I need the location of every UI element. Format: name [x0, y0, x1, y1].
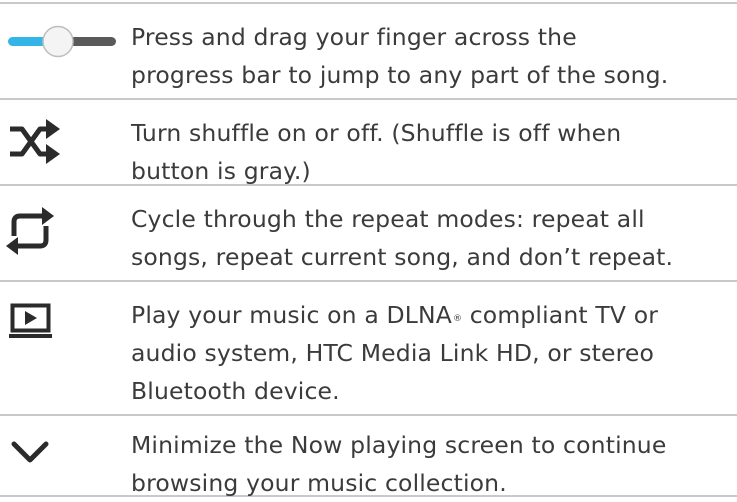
row-description: Cycle through the repeat modes: repeat a… [131, 200, 731, 276]
play-on-screen-icon [0, 282, 115, 414]
description-line: Turn shuffle on or off. (Shuffle is off … [131, 119, 622, 147]
description-line: Minimize the Now playing screen to conti… [131, 431, 667, 459]
chevron-down-icon [0, 416, 115, 495]
row-description: Press and drag your finger across the pr… [131, 18, 731, 94]
description-line: Play your music on a DLNA® compliant TV … [131, 296, 731, 334]
description-line: audio system, HTC Media Link HD, or ster… [131, 339, 655, 367]
description-line: Bluetooth device. [131, 377, 340, 405]
table-row: Play your music on a DLNA® compliant TV … [0, 280, 737, 414]
row-description: Minimize the Now playing screen to conti… [131, 426, 731, 502]
progress-slider-icon [0, 4, 116, 98]
shuffle-icon [0, 100, 115, 184]
row-description: Turn shuffle on or off. (Shuffle is off … [131, 114, 731, 190]
table-row: Cycle through the repeat modes: repeat a… [0, 184, 737, 280]
registered-mark: ® [452, 314, 463, 324]
row-description: Play your music on a DLNA® compliant TV … [131, 296, 731, 410]
description-line: browsing your music collection. [131, 469, 507, 497]
repeat-icon [0, 186, 115, 280]
table-row: Press and drag your finger across the pr… [0, 2, 737, 98]
table-row: Turn shuffle on or off. (Shuffle is off … [0, 98, 737, 185]
table-row: Minimize the Now playing screen to conti… [0, 414, 737, 497]
description-line: progress bar to jump to any part of the … [131, 61, 669, 89]
description-text: Play your music on a DLNA [131, 301, 452, 329]
music-controls-table: Press and drag your finger across the pr… [0, 0, 737, 497]
description-text: compliant TV or [462, 301, 659, 329]
description-line: Cycle through the repeat modes: repeat a… [131, 205, 645, 233]
description-line: songs, repeat current song, and don’t re… [131, 243, 674, 271]
description-line: Press and drag your finger across the [131, 23, 577, 51]
